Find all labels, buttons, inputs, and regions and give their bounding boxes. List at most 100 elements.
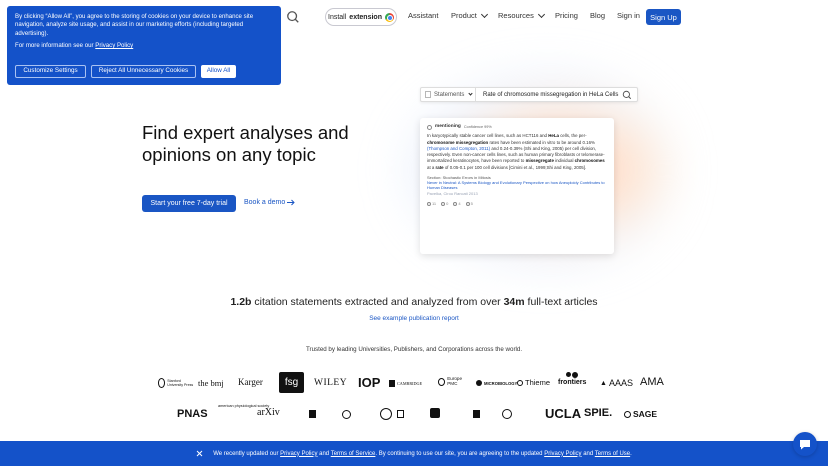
policy-text-part: .: [630, 450, 632, 457]
shield-icon: [309, 410, 316, 418]
example-report-link[interactable]: See example publication report: [0, 315, 828, 322]
search-icon[interactable]: [286, 10, 300, 24]
policy-text-part: We recently updated our: [213, 450, 281, 457]
logo-sage: SAGE: [624, 409, 657, 419]
chevron-down-icon: [537, 10, 545, 18]
seal-icon: [342, 410, 351, 419]
logo-iop: IOP: [358, 375, 381, 390]
contrasting-icon: [453, 202, 458, 207]
logo-frontiers: frontiers: [558, 372, 586, 386]
logo-karger: Karger: [238, 377, 263, 387]
logo-university-seal-3: [380, 408, 392, 420]
privacy-policy-link[interactable]: Privacy Policy: [280, 451, 317, 457]
nav-pricing[interactable]: Pricing: [555, 11, 578, 20]
card-paper-title[interactable]: Never in Neutral: A Systems Biology and …: [427, 180, 607, 190]
logo-microbiology-text: MICROBIOLOGY: [484, 380, 518, 386]
logo-wiley: WILEY: [314, 378, 348, 388]
install-extension-button[interactable]: Install extension: [325, 8, 397, 26]
cookie-buttons: Customize Settings Reject All Unnecessar…: [15, 65, 236, 78]
reject-cookies-button[interactable]: Reject All Unnecessary Cookies: [91, 65, 196, 78]
statement-part: individual: [553, 158, 575, 164]
cookie-privacy-link[interactable]: Privacy Policy: [95, 42, 133, 49]
cambridge-shield-icon: [389, 380, 395, 387]
customize-settings-button[interactable]: Customize Settings: [15, 65, 86, 78]
statement-highlight: chromosome missegregation: [427, 139, 489, 145]
frontiers-dots-icon: [566, 372, 579, 378]
seal-icon: [380, 408, 392, 420]
statement-part: In karyotypically stable cancer cell lin…: [427, 133, 549, 139]
count-value: 4: [458, 200, 461, 206]
install-label: Install: [328, 13, 347, 21]
thieme-icon: [517, 379, 523, 386]
nav-signin-label: Sign in: [617, 11, 640, 20]
card-source: Section: Stochastic Errors in Mitosis Ne…: [427, 175, 607, 196]
logo-europepmc-text: Europe PMC: [447, 376, 463, 386]
book-demo-link[interactable]: Book a demo: [244, 199, 295, 206]
aaas-mark-icon: ▲: [600, 379, 607, 387]
statement-type-label: Statements: [434, 91, 465, 98]
statement-type-select: Statements: [421, 88, 476, 101]
nav-blog[interactable]: Blog: [590, 11, 605, 20]
hero-title: Find expert analyses and opinions on any…: [142, 122, 349, 165]
logo-university-seal-5: [430, 408, 440, 418]
chevron-down-icon: [480, 10, 488, 18]
crest-icon: [430, 408, 440, 418]
shield-icon: [473, 410, 480, 418]
signup-button[interactable]: Sign Up: [646, 9, 681, 25]
policy-text-part: and: [581, 450, 595, 457]
logo-cambridge: CAMBRIDGE: [389, 380, 422, 387]
terms-of-service-link[interactable]: Terms of Service: [331, 451, 376, 457]
chrome-icon: [384, 12, 394, 22]
supporting-icon: [427, 202, 431, 207]
nav-resources[interactable]: Resources: [498, 10, 545, 20]
logo-stanford: Stanford University Press: [158, 378, 194, 388]
logo-bmj: the bmj: [198, 378, 224, 388]
stat-articles: 34m: [503, 296, 525, 308]
citation-statement-card: mentioning Confidence 99% In karyotypica…: [420, 118, 614, 254]
card-header: mentioning Confidence 99%: [427, 124, 607, 130]
card-paper-meta: Pavelka, Cirou Rancati 2013: [427, 190, 478, 196]
cookie-info: For more information see our Privacy Pol…: [15, 42, 273, 50]
demo-search-bar: Statements Rate of chromosome missegrega…: [420, 87, 638, 102]
nav-assistant[interactable]: Assistant: [408, 11, 438, 20]
close-icon[interactable]: [196, 450, 203, 457]
statement-part: rates have been estimated in vitro to be…: [488, 139, 595, 145]
logo-aaas-text: AAAS: [608, 378, 633, 388]
shield-icon: [397, 410, 404, 418]
logo-thieme: Thieme: [517, 378, 550, 387]
chat-widget-button[interactable]: [793, 432, 817, 456]
logo-arxiv: arXiv: [257, 407, 280, 418]
microbiology-icon: [476, 380, 482, 386]
terms-of-use-link[interactable]: Terms of Use: [595, 451, 630, 457]
citation-link[interactable]: (Thompson and Compton, 2011): [427, 146, 490, 151]
stanford-seal-icon: [158, 378, 166, 388]
allow-all-button[interactable]: Allow All: [201, 65, 236, 78]
card-statement: In karyotypically stable cancer cell lin…: [427, 133, 607, 171]
europepmc-icon: [438, 377, 446, 386]
logo-ama: AMA: [640, 376, 664, 388]
mentioning-icon: [427, 124, 432, 130]
logo-pnas: PNAS: [177, 408, 208, 420]
statement-highlight: HeLa: [548, 133, 559, 139]
cookie-info-prefix: For more information see our: [15, 42, 96, 50]
stat-statements: 1.2b: [230, 296, 252, 308]
document-icon: [425, 91, 431, 98]
sage-icon: [624, 410, 631, 418]
policy-text-part: and: [317, 450, 331, 457]
chat-icon: [800, 439, 810, 449]
nav-product[interactable]: Product: [451, 10, 488, 20]
statement-highlight: chromosomes: [574, 158, 605, 164]
policy-update-text: We recently updated our Privacy Policy a…: [213, 451, 632, 457]
nav-signin[interactable]: Sign in: [617, 11, 640, 20]
demo-query-text: Rate of chromosome missegregation in HeL…: [483, 91, 619, 98]
logo-thieme-text: Thieme: [525, 378, 551, 387]
count-value: 0: [446, 200, 449, 206]
logo-university-seal-6: [473, 410, 480, 418]
seal-icon: [502, 409, 512, 419]
stat-text: citation statements extracted and analyz…: [251, 296, 504, 308]
policy-update-bar: We recently updated our Privacy Policy a…: [0, 441, 828, 466]
nav-pricing-label: Pricing: [555, 11, 578, 20]
privacy-policy-link-2[interactable]: Privacy Policy: [544, 451, 581, 457]
free-trial-button[interactable]: Start your free 7-day trial: [142, 195, 236, 212]
card-footer: 11 0 4 5: [427, 201, 607, 207]
